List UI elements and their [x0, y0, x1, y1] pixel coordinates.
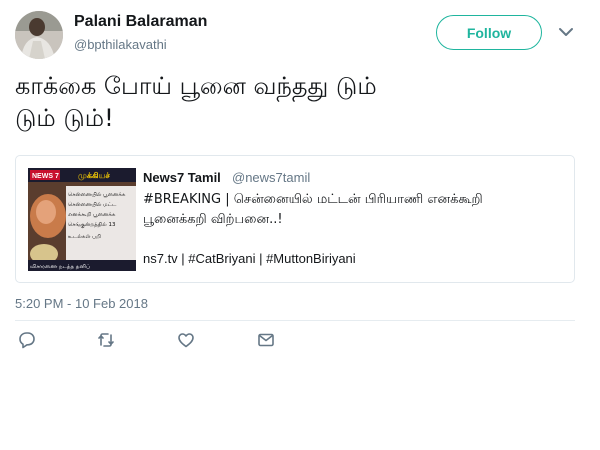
- quoted-author-handle: @news7tamil: [232, 170, 311, 185]
- quoted-tweet-card[interactable]: NEWS 7 முக்கியச் சென்னையில் பூனைக்க சென்…: [15, 155, 575, 283]
- quoted-tweet-links[interactable]: ns7.tv | #CatBriyani | #MuttonBiriyani: [143, 251, 356, 266]
- thumb-line-3: செங்குன்றத்தில் 13: [68, 221, 116, 229]
- divider: [15, 320, 575, 321]
- reply-icon[interactable]: [17, 330, 37, 350]
- thumb-line-4: உடல்கள் பறி: [68, 234, 101, 240]
- chevron-down-icon[interactable]: [558, 26, 574, 40]
- tweet-text: காக்கை போய் பூனை வந்தது டும் டும் டும்!: [15, 70, 575, 134]
- thumb-logo-tamil: முக்கியச்: [78, 171, 110, 181]
- tweet-text-line1: காக்கை போய் பூனை வந்தது டும்: [15, 72, 377, 100]
- quoted-text-line1: #BREAKING | சென்னையில் மட்டன் பிரியாணி எ…: [143, 192, 483, 207]
- tweet-timestamp[interactable]: 5:20 PM - 10 Feb 2018: [15, 296, 148, 311]
- like-icon[interactable]: [176, 330, 196, 350]
- avatar-image: [15, 11, 63, 59]
- quoted-text-line2: பூனைக்கறி விற்பனை..!: [143, 212, 283, 227]
- thumb-line-2: எனக்கூறி பூனைக்க: [68, 212, 116, 218]
- thumb-line-1: சென்னையில் மட்ட: [68, 201, 117, 208]
- retweet-icon[interactable]: [96, 330, 116, 350]
- avatar[interactable]: [15, 11, 63, 59]
- thumb-line-5: விசாரணை நடத்த தனிப்: [30, 264, 90, 270]
- quoted-tweet-thumbnail[interactable]: NEWS 7 முக்கியச் சென்னையில் பூனைக்க சென்…: [28, 168, 136, 271]
- follow-button[interactable]: Follow: [436, 15, 542, 50]
- author-handle[interactable]: @bpthilakavathi: [74, 37, 167, 52]
- thumb-logo-text: NEWS 7: [32, 173, 59, 180]
- tweet-text-line2: டும் டும்!: [15, 104, 114, 132]
- thumb-line-0: சென்னையில் பூனைக்க: [68, 191, 126, 198]
- quoted-tweet-text: #BREAKING | சென்னையில் மட்டன் பிரியாணி எ…: [143, 190, 563, 230]
- quoted-author-name: News7 Tamil: [143, 170, 221, 185]
- news-thumbnail-image: NEWS 7 முக்கியச் சென்னையில் பூனைக்க சென்…: [28, 168, 136, 271]
- author-name[interactable]: Palani Balaraman: [74, 13, 207, 31]
- message-icon[interactable]: [256, 330, 276, 350]
